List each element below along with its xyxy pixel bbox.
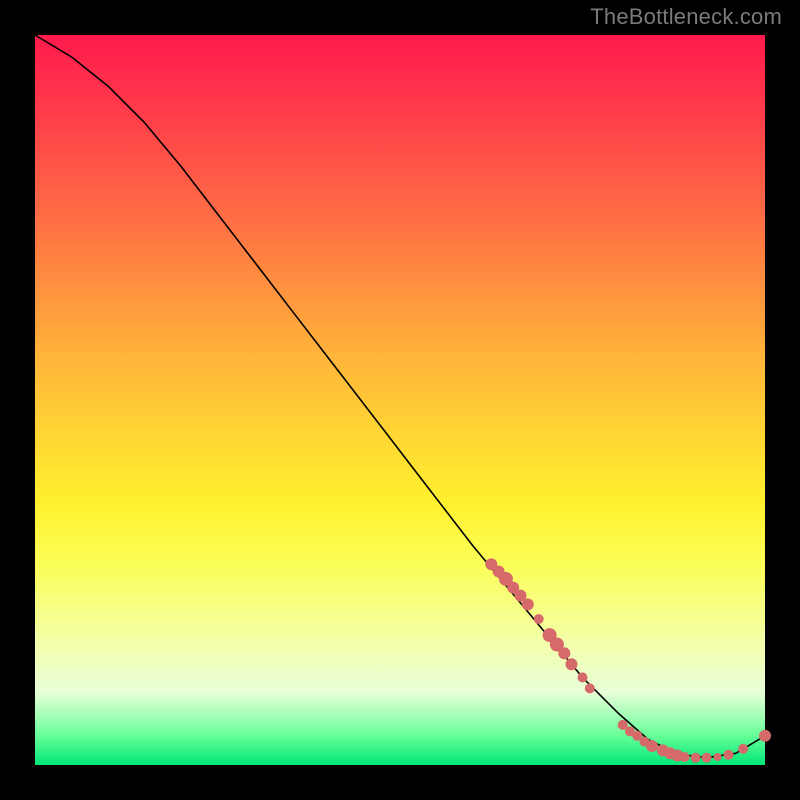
data-point bbox=[759, 730, 771, 742]
data-point bbox=[714, 753, 722, 761]
data-point bbox=[566, 658, 578, 670]
data-point bbox=[585, 683, 595, 693]
data-point bbox=[691, 753, 701, 763]
data-point bbox=[558, 647, 570, 659]
data-point bbox=[578, 672, 588, 682]
data-point bbox=[702, 753, 712, 763]
data-point bbox=[646, 740, 658, 752]
chart-frame: TheBottleneck.com bbox=[0, 0, 800, 800]
attribution-text: TheBottleneck.com bbox=[590, 4, 782, 30]
data-point bbox=[522, 598, 534, 610]
data-point bbox=[534, 614, 544, 624]
data-point bbox=[738, 744, 748, 754]
data-point bbox=[724, 750, 734, 760]
data-point bbox=[680, 752, 690, 762]
chart-svg bbox=[35, 35, 765, 765]
marker-group bbox=[485, 558, 771, 762]
bottleneck-curve bbox=[35, 35, 765, 758]
